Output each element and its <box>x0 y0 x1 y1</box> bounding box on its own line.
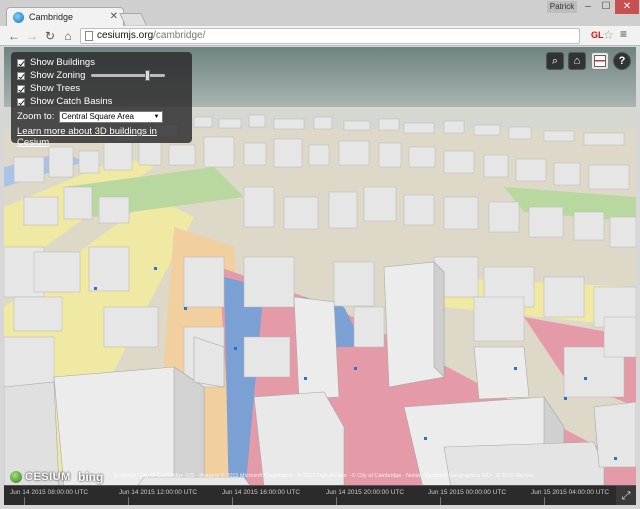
fullscreen-button[interactable]: ⤢ <box>616 486 636 505</box>
tab-close-icon[interactable]: ✕ <box>110 11 118 22</box>
timeline-label: Jun 15 2015 00:00:00 UTC <box>428 489 507 496</box>
tab-strip: Cambridge ✕ Patrick – ☐ ✕ <box>0 0 640 26</box>
new-tab-button[interactable] <box>119 13 147 25</box>
zoom-to-label: Zoom to: <box>17 111 55 122</box>
base-layer-picker-button[interactable] <box>591 52 609 70</box>
webgl-extension-icon[interactable]: GL <box>591 30 604 40</box>
timeline-tick <box>24 497 25 505</box>
browser-home-button[interactable]: ⌂ <box>60 28 76 44</box>
window-maximize-button[interactable]: ☐ <box>597 0 615 14</box>
credits-bar: CESIUM bing Buildings: City of Cambridge… <box>8 469 636 485</box>
bing-logo[interactable]: bing <box>78 469 103 486</box>
timeline-label: Jun 15 2015 04:00:00 UTC <box>531 489 610 496</box>
timeline-label: Jun 14 2015 20:00:00 UTC <box>326 489 405 496</box>
base-layer-thumbnail-icon <box>594 55 606 67</box>
bing-logo-text: bing <box>78 470 104 484</box>
timeline-tick <box>336 497 337 505</box>
zoning-opacity-slider[interactable] <box>91 70 166 81</box>
show-buildings-label: Show Buildings <box>30 57 95 68</box>
show-trees-row[interactable]: Show Trees <box>17 82 186 95</box>
timeline-tick <box>128 497 129 505</box>
learn-more-link[interactable]: Learn more about 3D buildings in Cesium <box>17 126 186 148</box>
attribution-text: Buildings: City of Cambridge GIS · Image… <box>114 473 534 479</box>
slider-knob[interactable] <box>145 70 151 81</box>
show-zoning-row[interactable]: Show Zoning <box>17 69 186 82</box>
window-minimize-button[interactable]: – <box>579 0 597 14</box>
browser-window: Cambridge ✕ Patrick – ☐ ✕ ← → ↻ ⌂ cesium… <box>0 0 640 509</box>
tab-cambridge[interactable]: Cambridge ✕ <box>6 7 124 26</box>
options-panel: Show Buildings Show Zoning Show Trees Sh… <box>11 52 192 148</box>
show-zoning-label: Show Zoning <box>30 70 86 81</box>
url-host: cesiumjs.org <box>97 30 154 41</box>
window-close-button[interactable]: ✕ <box>615 0 639 14</box>
timeline-label: Jun 14 2015 08:00:00 UTC <box>10 489 89 496</box>
forward-button[interactable]: → <box>24 28 40 44</box>
page-icon <box>85 31 93 41</box>
cesium-3d-viewer[interactable]: Show Buildings Show Zoning Show Trees Sh… <box>4 47 636 505</box>
show-buildings-checkbox[interactable] <box>17 58 25 67</box>
timeline[interactable]: Jun 14 2015 08:00:00 UTC Jun 14 2015 12:… <box>4 485 636 505</box>
browser-menu-icon[interactable]: ≡ <box>620 27 627 41</box>
geocoder-search-button[interactable]: ⌕ <box>546 52 564 70</box>
timeline-tick <box>232 497 233 505</box>
show-buildings-row[interactable]: Show Buildings <box>17 56 186 69</box>
tab-title: Cambridge <box>29 12 74 22</box>
url-path: /cambridge/ <box>153 30 206 41</box>
timeline-tick <box>544 497 545 505</box>
navigation-help-button[interactable]: ? <box>613 52 631 70</box>
timeline-label: Jun 14 2015 12:00:00 UTC <box>119 489 198 496</box>
cesium-favicon-icon <box>13 12 24 23</box>
zoom-to-select[interactable]: Central Square Area <box>58 110 163 123</box>
cesium-logo[interactable]: CESIUM <box>8 469 71 485</box>
show-zoning-checkbox[interactable] <box>17 71 25 80</box>
window-bottom-border <box>0 505 640 509</box>
timeline-tick <box>440 497 441 505</box>
show-catch-basins-row[interactable]: Show Catch Basins <box>17 95 186 108</box>
reload-button[interactable]: ↻ <box>42 28 58 44</box>
browser-toolbar: ← → ↻ ⌂ cesiumjs.org/cambridge/ GL ☆ ≡ <box>0 26 640 46</box>
user-profile-button[interactable]: Patrick <box>547 1 577 13</box>
home-view-button[interactable]: ⌂ <box>568 52 586 70</box>
timeline-label: Jun 14 2015 16:00:00 UTC <box>222 489 301 496</box>
zoom-to-row: Zoom to: Central Square Area <box>17 110 186 123</box>
bookmark-star-icon[interactable]: ☆ <box>603 28 614 42</box>
address-bar[interactable]: cesiumjs.org/cambridge/ <box>80 28 580 44</box>
show-catch-basins-label: Show Catch Basins <box>30 96 113 107</box>
show-trees-label: Show Trees <box>30 83 81 94</box>
back-button[interactable]: ← <box>6 28 22 44</box>
show-trees-checkbox[interactable] <box>17 84 25 93</box>
show-catch-basins-checkbox[interactable] <box>17 97 25 106</box>
